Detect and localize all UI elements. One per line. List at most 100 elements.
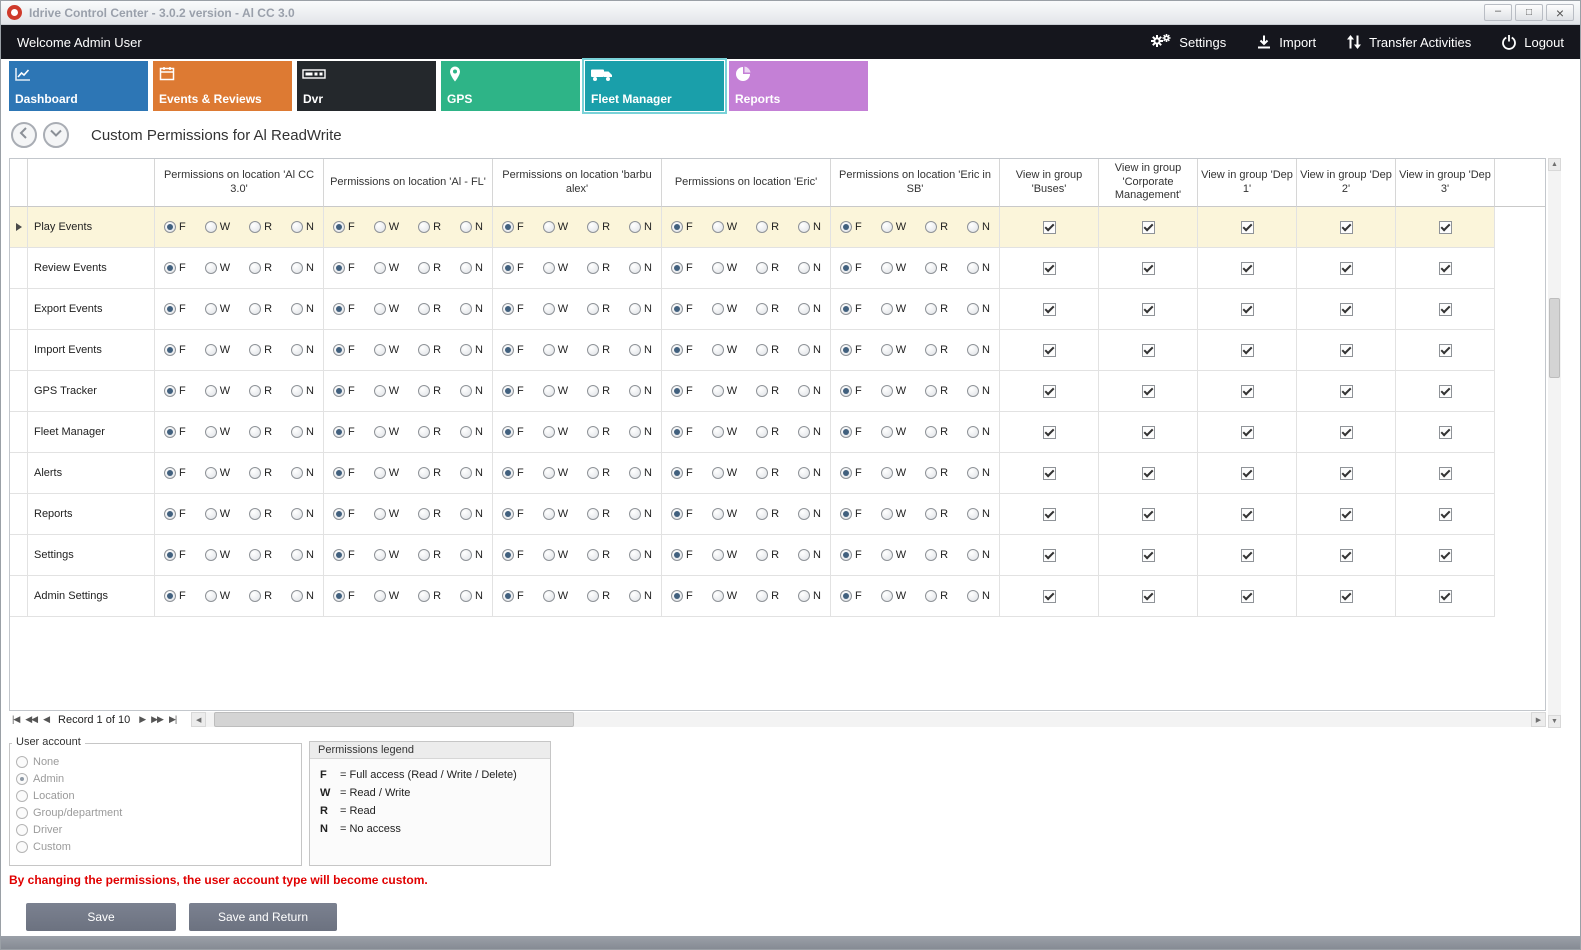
radio-option-f[interactable]: F [671,221,693,233]
radio-option-r[interactable]: R [756,467,779,479]
radio-option-r[interactable]: R [756,385,779,397]
group-checkbox[interactable] [1142,549,1155,562]
radio-option-w[interactable]: W [205,385,230,397]
radio-option-f[interactable]: F [840,467,862,479]
radio-option-n[interactable]: N [291,467,314,479]
nav-prev-button[interactable]: ◀ [40,714,52,725]
radio-option-w[interactable]: W [543,385,568,397]
group-checkbox[interactable] [1439,303,1452,316]
radio-option-w[interactable]: W [543,508,568,520]
radio-option-r[interactable]: R [756,262,779,274]
radio-option-n[interactable]: N [629,385,652,397]
radio-option-n[interactable]: N [798,590,821,602]
radio-option-r[interactable]: R [756,590,779,602]
radio-option-n[interactable]: N [798,303,821,315]
radio-option-r[interactable]: R [925,262,948,274]
radio-option-n[interactable]: N [460,262,483,274]
group-checkbox[interactable] [1241,262,1254,275]
radio-option-w[interactable]: W [543,426,568,438]
tab-fleet-manager[interactable]: Fleet Manager [585,61,724,111]
radio-option-r[interactable]: R [587,262,610,274]
group-checkbox[interactable] [1241,549,1254,562]
group-checkbox[interactable] [1340,508,1353,521]
radio-option-r[interactable]: R [587,344,610,356]
user-account-option-group-department[interactable]: Group/department [16,807,293,819]
scroll-right-icon[interactable]: ▶ [1531,712,1546,727]
group-checkbox[interactable] [1340,303,1353,316]
radio-option-w[interactable]: W [543,467,568,479]
group-checkbox[interactable] [1241,303,1254,316]
radio-option-f[interactable]: F [333,508,355,520]
radio-option-r[interactable]: R [756,303,779,315]
group-checkbox[interactable] [1241,467,1254,480]
user-account-option-custom[interactable]: Custom [16,841,293,853]
radio-option-w[interactable]: W [543,590,568,602]
radio-option-w[interactable]: W [712,508,737,520]
radio-option-w[interactable]: W [543,262,568,274]
radio-option-w[interactable]: W [712,549,737,561]
radio-option-f[interactable]: F [502,385,524,397]
radio-option-w[interactable]: W [205,303,230,315]
radio-option-w[interactable]: W [205,426,230,438]
vertical-scroll-thumb[interactable] [1549,298,1560,378]
minimize-button[interactable] [1484,4,1512,21]
group-checkbox[interactable] [1340,385,1353,398]
radio-option-n[interactable]: N [967,549,990,561]
back-button[interactable] [11,122,37,148]
radio-option-r[interactable]: R [418,221,441,233]
radio-option-r[interactable]: R [925,590,948,602]
radio-option-n[interactable]: N [967,426,990,438]
radio-option-f[interactable]: F [164,590,186,602]
user-account-option-admin[interactable]: Admin [16,773,293,785]
tab-reports[interactable]: Reports [729,61,868,111]
radio-option-n[interactable]: N [460,508,483,520]
tab-gps[interactable]: GPS [441,61,580,111]
group-checkbox[interactable] [1043,549,1056,562]
horizontal-scroll-track[interactable] [206,712,1531,727]
radio-option-r[interactable]: R [587,590,610,602]
group-checkbox[interactable] [1142,303,1155,316]
radio-option-r[interactable]: R [756,549,779,561]
radio-option-n[interactable]: N [629,221,652,233]
radio-option-w[interactable]: W [881,344,906,356]
scroll-left-icon[interactable]: ◀ [191,712,206,727]
radio-option-n[interactable]: N [629,508,652,520]
radio-option-n[interactable]: N [967,303,990,315]
group-checkbox[interactable] [1142,344,1155,357]
radio-option-n[interactable]: N [798,262,821,274]
radio-option-w[interactable]: W [881,221,906,233]
group-checkbox[interactable] [1142,426,1155,439]
import-button[interactable]: Import [1256,34,1316,50]
group-column-header[interactable]: View in group 'Corporate Management' [1099,159,1198,207]
group-checkbox[interactable] [1439,221,1452,234]
radio-option-w[interactable]: W [712,385,737,397]
radio-option-f[interactable]: F [333,426,355,438]
save-button[interactable]: Save [26,903,176,931]
radio-option-r[interactable]: R [925,467,948,479]
radio-option-n[interactable]: N [291,590,314,602]
group-checkbox[interactable] [1142,508,1155,521]
radio-option-r[interactable]: R [249,262,272,274]
radio-option-f[interactable]: F [840,262,862,274]
radio-option-w[interactable]: W [374,303,399,315]
radio-option-n[interactable]: N [967,467,990,479]
radio-option-n[interactable]: N [629,262,652,274]
radio-option-w[interactable]: W [712,221,737,233]
radio-option-n[interactable]: N [967,508,990,520]
radio-option-w[interactable]: W [374,508,399,520]
radio-option-f[interactable]: F [671,385,693,397]
radio-option-f[interactable]: F [333,385,355,397]
radio-option-w[interactable]: W [205,344,230,356]
location-column-header[interactable]: Permissions on location 'Eric' [662,159,831,207]
radio-option-f[interactable]: F [502,508,524,520]
radio-option-n[interactable]: N [967,590,990,602]
nav-next-button[interactable]: ▶ [136,714,148,725]
radio-option-f[interactable]: F [502,467,524,479]
radio-option-r[interactable]: R [587,467,610,479]
group-checkbox[interactable] [1241,590,1254,603]
user-account-option-location[interactable]: Location [16,790,293,802]
radio-option-w[interactable]: W [374,467,399,479]
group-checkbox[interactable] [1439,549,1452,562]
group-checkbox[interactable] [1340,344,1353,357]
group-checkbox[interactable] [1241,221,1254,234]
